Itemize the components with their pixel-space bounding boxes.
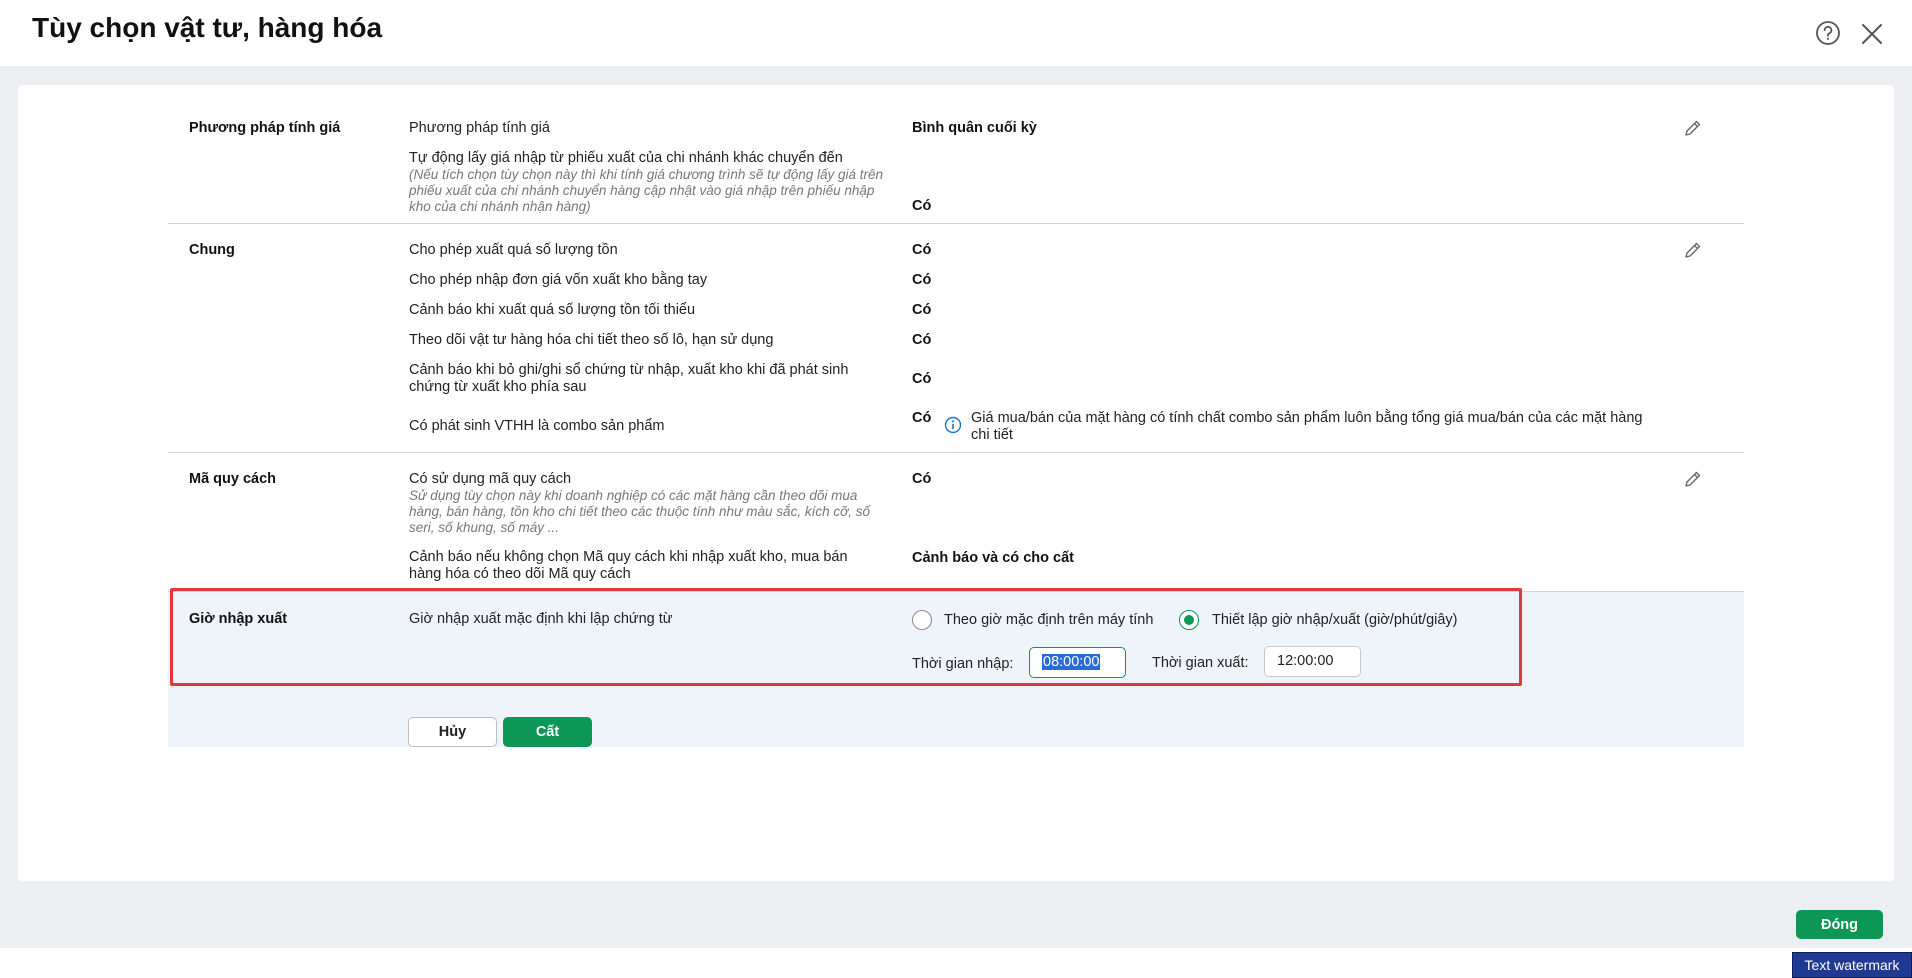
- option-value: Có: [912, 410, 932, 426]
- highlight-box: [170, 588, 1522, 686]
- option-label: Phương pháp tính giá: [409, 120, 550, 136]
- section-pricing: Phương pháp tính giá Phương pháp tính gi…: [168, 106, 1744, 224]
- edit-icon[interactable]: [1683, 240, 1703, 260]
- option-value: Có: [912, 272, 932, 288]
- edit-icon[interactable]: [1683, 118, 1703, 138]
- section-title: Chung: [189, 242, 235, 258]
- option-label: Cảnh báo nếu không chọn Mã quy cách khi …: [409, 549, 848, 582]
- option-label: Cảnh báo khi bỏ ghi/ghi sổ chứng từ nhập…: [409, 362, 849, 395]
- option-hint: (Nếu tích chọn tùy chọn này thì khi tính…: [409, 167, 884, 214]
- close-icon[interactable]: [1858, 20, 1886, 48]
- section-spec: Mã quy cách Có sử dụng mã quy cách Sử dụ…: [168, 453, 1744, 592]
- option-value: Có: [912, 198, 932, 214]
- option-value: Có: [912, 471, 932, 487]
- option-label: Cho phép nhập đơn giá vốn xuất kho bằng …: [409, 272, 708, 288]
- info-note: Giá mua/bán của mặt hàng có tính chất co…: [971, 410, 1643, 443]
- info-icon: [944, 416, 962, 434]
- option-value: Cảnh báo và có cho cất: [912, 550, 1074, 566]
- option-label: Cho phép xuất quá số lượng tồn: [409, 242, 618, 258]
- cancel-button[interactable]: Hủy: [408, 717, 497, 747]
- option-value: Bình quân cuối kỳ: [912, 120, 1037, 136]
- save-button[interactable]: Cất: [503, 717, 592, 747]
- option-value: Có: [912, 242, 932, 258]
- option-label: Có phát sinh VTHH là combo sản phẩm: [409, 418, 665, 434]
- section-general: Chung Cho phép xuất quá số lượng tồn Có …: [168, 224, 1744, 453]
- watermark: Text watermark: [1792, 952, 1912, 978]
- section-title: Phương pháp tính giá: [189, 120, 341, 136]
- option-label: Tự động lấy giá nhập từ phiếu xuất của c…: [409, 150, 843, 166]
- dialog-title: Tùy chọn vật tư, hàng hóa: [32, 12, 383, 43]
- close-button[interactable]: Đóng: [1796, 910, 1883, 939]
- option-label: Theo dõi vật tư hàng hóa chi tiết theo s…: [409, 332, 774, 348]
- help-icon[interactable]: [1815, 20, 1841, 46]
- section-title: Mã quy cách: [189, 471, 277, 487]
- option-value: Có: [912, 302, 932, 318]
- option-label: Có sử dụng mã quy cách: [409, 471, 572, 487]
- dialog-header: Tùy chọn vật tư, hàng hóa: [0, 0, 1912, 66]
- option-hint: Sử dụng tùy chọn này khi doanh nghiệp có…: [409, 488, 870, 535]
- option-label: Cảnh báo khi xuất quá số lượng tồn tối t…: [409, 302, 696, 318]
- dialog-footer: [0, 948, 1912, 978]
- option-value: Có: [912, 332, 932, 348]
- option-value: Có: [912, 371, 932, 387]
- edit-icon[interactable]: [1683, 469, 1703, 489]
